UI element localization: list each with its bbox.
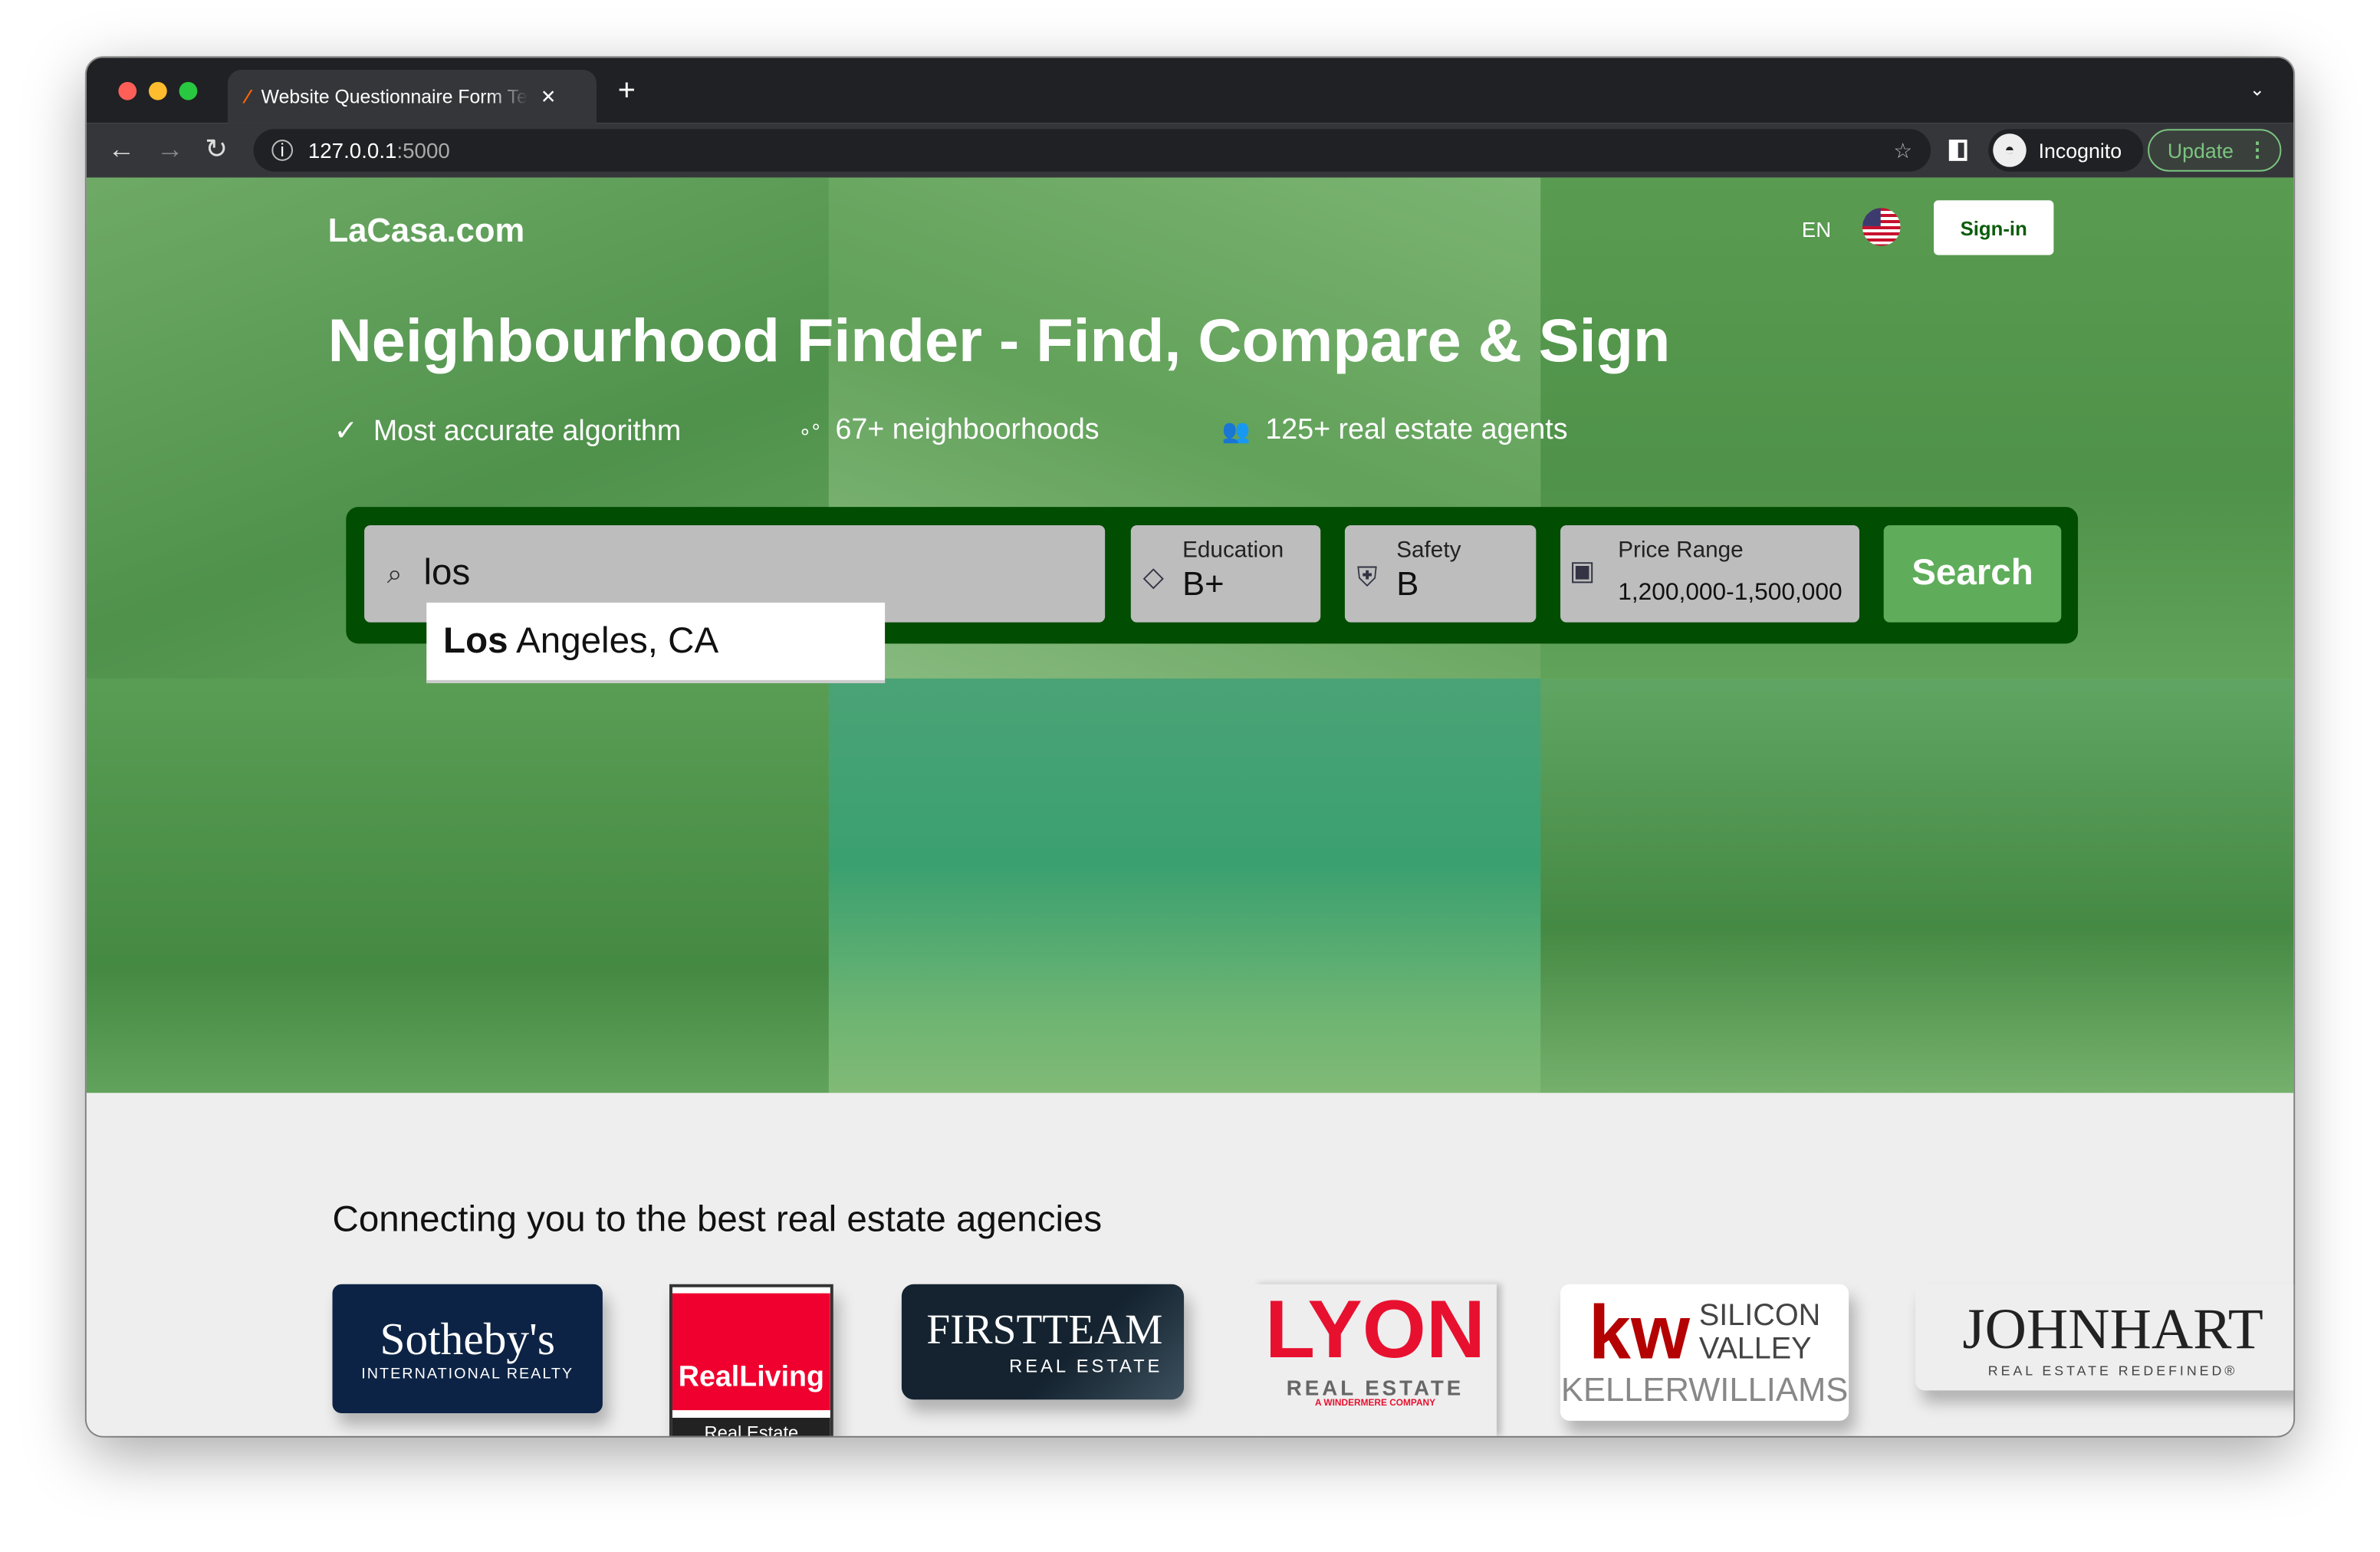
url-port: :5000: [396, 138, 450, 163]
tab-title: Website Questionnaire Form Te: [261, 85, 528, 107]
update-label: Update: [2167, 139, 2234, 162]
agency-logo-johnhart[interactable]: JOHNHART REAL ESTATE REDEFINED®: [1915, 1284, 2294, 1391]
browser-tab[interactable]: ⁄ Website Questionnaire Form Te ✕: [227, 70, 597, 123]
maximize-window-button[interactable]: [179, 81, 198, 100]
education-filter[interactable]: ◇ Education B+: [1130, 524, 1321, 623]
feature-neighbourhoods: ∘° 67+ neighboorhoods: [798, 414, 1099, 448]
agency-name: FIRSTTEAM: [926, 1307, 1163, 1354]
filter-label: Safety: [1396, 537, 1461, 564]
minimize-window-button[interactable]: [149, 81, 167, 100]
agency-sub: REAL ESTATE REDEFINED®: [1987, 1363, 2238, 1379]
agency-name: Sotheby's: [380, 1314, 555, 1365]
back-icon[interactable]: ←: [108, 133, 136, 166]
feature-text: Most accurate algorithm: [373, 415, 682, 447]
browser-window: ⁄ Website Questionnaire Form Te ✕ + ⌄ ← …: [86, 58, 2294, 1436]
agency-logo-lyon[interactable]: LYON REAL ESTATE A WINDERMERE COMPANY: [1254, 1284, 1497, 1436]
agencies-heading: Connecting you to the best real estate a…: [332, 1199, 1103, 1241]
agencies-section: Connecting you to the best real estate a…: [86, 1093, 2294, 1436]
forward-icon[interactable]: →: [156, 133, 184, 166]
graduation-cap-icon: ◇: [1142, 561, 1165, 593]
filter-value: B+: [1182, 564, 1225, 603]
agency-sub2: A WINDERMERE COMPANY: [1314, 1399, 1436, 1409]
search-button[interactable]: Search: [1883, 524, 2062, 623]
close-window-button[interactable]: [118, 81, 137, 100]
favicon-icon: ⁄: [245, 85, 249, 107]
agency-sub: REAL ESTATE: [1009, 1355, 1163, 1377]
agency-logo-kw[interactable]: kw SILICON VALLEY KELLERWILLIAMS: [1560, 1284, 1849, 1421]
agency-logo-sothebys[interactable]: Sotheby's INTERNATIONAL REALTY: [332, 1284, 603, 1414]
agency-name: JOHNHART: [1962, 1297, 2263, 1362]
price-range-filter[interactable]: ▣ Price Range 1,200,000-1,500,000: [1560, 524, 1860, 623]
agency-sub: REAL ESTATE: [1286, 1375, 1464, 1400]
info-icon: i: [271, 140, 294, 161]
incognito-icon: ◓: [1993, 133, 2027, 167]
tab-bar: ⁄ Website Questionnaire Form Te ✕ + ⌄: [86, 58, 2294, 123]
us-flag-icon[interactable]: [1862, 208, 1901, 246]
address-bar[interactable]: i 127.0.0.1:5000 ☆: [253, 129, 1931, 172]
search-input[interactable]: [423, 552, 1031, 596]
circles-icon: ∘°: [798, 418, 820, 443]
agency-name: kw: [1588, 1290, 1690, 1376]
page-title: Neighbourhood Finder - Find, Compare & S…: [327, 307, 1671, 375]
filter-label: Education: [1182, 537, 1284, 564]
incognito-indicator[interactable]: ◓ Incognito: [1988, 129, 2144, 172]
safety-filter[interactable]: ⛨ Safety B: [1344, 524, 1537, 623]
sign-in-button[interactable]: Sign-in: [1934, 200, 2054, 255]
agency-sub: Real Estate: [672, 1417, 830, 1436]
agency-sub: INTERNATIONAL REALTY: [361, 1366, 574, 1383]
url-host: 127.0.0.1: [307, 138, 397, 163]
check-icon: ✓: [334, 416, 359, 448]
feature-text: 67+ neighboorhoods: [835, 414, 1100, 447]
hero-section: LaCasa.com EN Sign-in Neighbourhood Find…: [86, 177, 2294, 1093]
search-icon: ⌕: [386, 557, 403, 589]
language-selector[interactable]: EN: [1802, 217, 1832, 242]
shield-plus-icon: ⛨: [1356, 561, 1378, 593]
agency-name: RealLiving: [672, 1293, 830, 1411]
agency-name: LYON: [1264, 1284, 1486, 1376]
suggestion-match: Los: [443, 620, 508, 662]
money-icon: ▣: [1569, 555, 1596, 587]
new-tab-button[interactable]: +: [618, 74, 636, 110]
profile-label: Incognito: [2038, 139, 2122, 162]
bookmark-star-icon[interactable]: ☆: [1893, 137, 1912, 163]
close-tab-icon[interactable]: ✕: [541, 85, 557, 108]
people-icon: 👥: [1221, 419, 1251, 446]
feature-agents: 👥 125+ real estate agents: [1222, 414, 1568, 448]
filter-label: Price Range: [1618, 537, 1744, 564]
side-panel-icon[interactable]: [1948, 140, 1967, 161]
site-logo[interactable]: LaCasa.com: [328, 211, 525, 250]
update-button[interactable]: Update ⋮: [2148, 129, 2282, 172]
menu-dots-icon[interactable]: ⋮: [2247, 138, 2268, 163]
feature-accuracy: ✓ Most accurate algorithm: [334, 414, 682, 449]
suggestion-item[interactable]: Los Angeles, CA: [426, 602, 886, 683]
suggestion-rest: Angeles, CA: [508, 620, 719, 662]
filter-value: B: [1396, 564, 1419, 603]
agency-sub2: KELLERWILLIAMS: [1560, 1370, 1849, 1409]
agency-logo-realliving[interactable]: RealLiving Real Estate: [669, 1284, 833, 1436]
reload-icon[interactable]: ↻: [205, 133, 228, 166]
page-content: LaCasa.com EN Sign-in Neighbourhood Find…: [86, 177, 2294, 1436]
toolbar: ← → ↻ i 127.0.0.1:5000 ☆ ◓ Incognito Upd…: [86, 123, 2294, 178]
agency-logo-firstteam[interactable]: FIRSTTEAM REAL ESTATE: [901, 1284, 1185, 1400]
agency-sub: SILICON VALLEY: [1698, 1299, 1821, 1366]
tab-list-chevron-icon[interactable]: ⌄: [2250, 79, 2265, 100]
filter-value: 1,200,000-1,500,000: [1618, 580, 1843, 606]
feature-text: 125+ real estate agents: [1265, 414, 1568, 447]
